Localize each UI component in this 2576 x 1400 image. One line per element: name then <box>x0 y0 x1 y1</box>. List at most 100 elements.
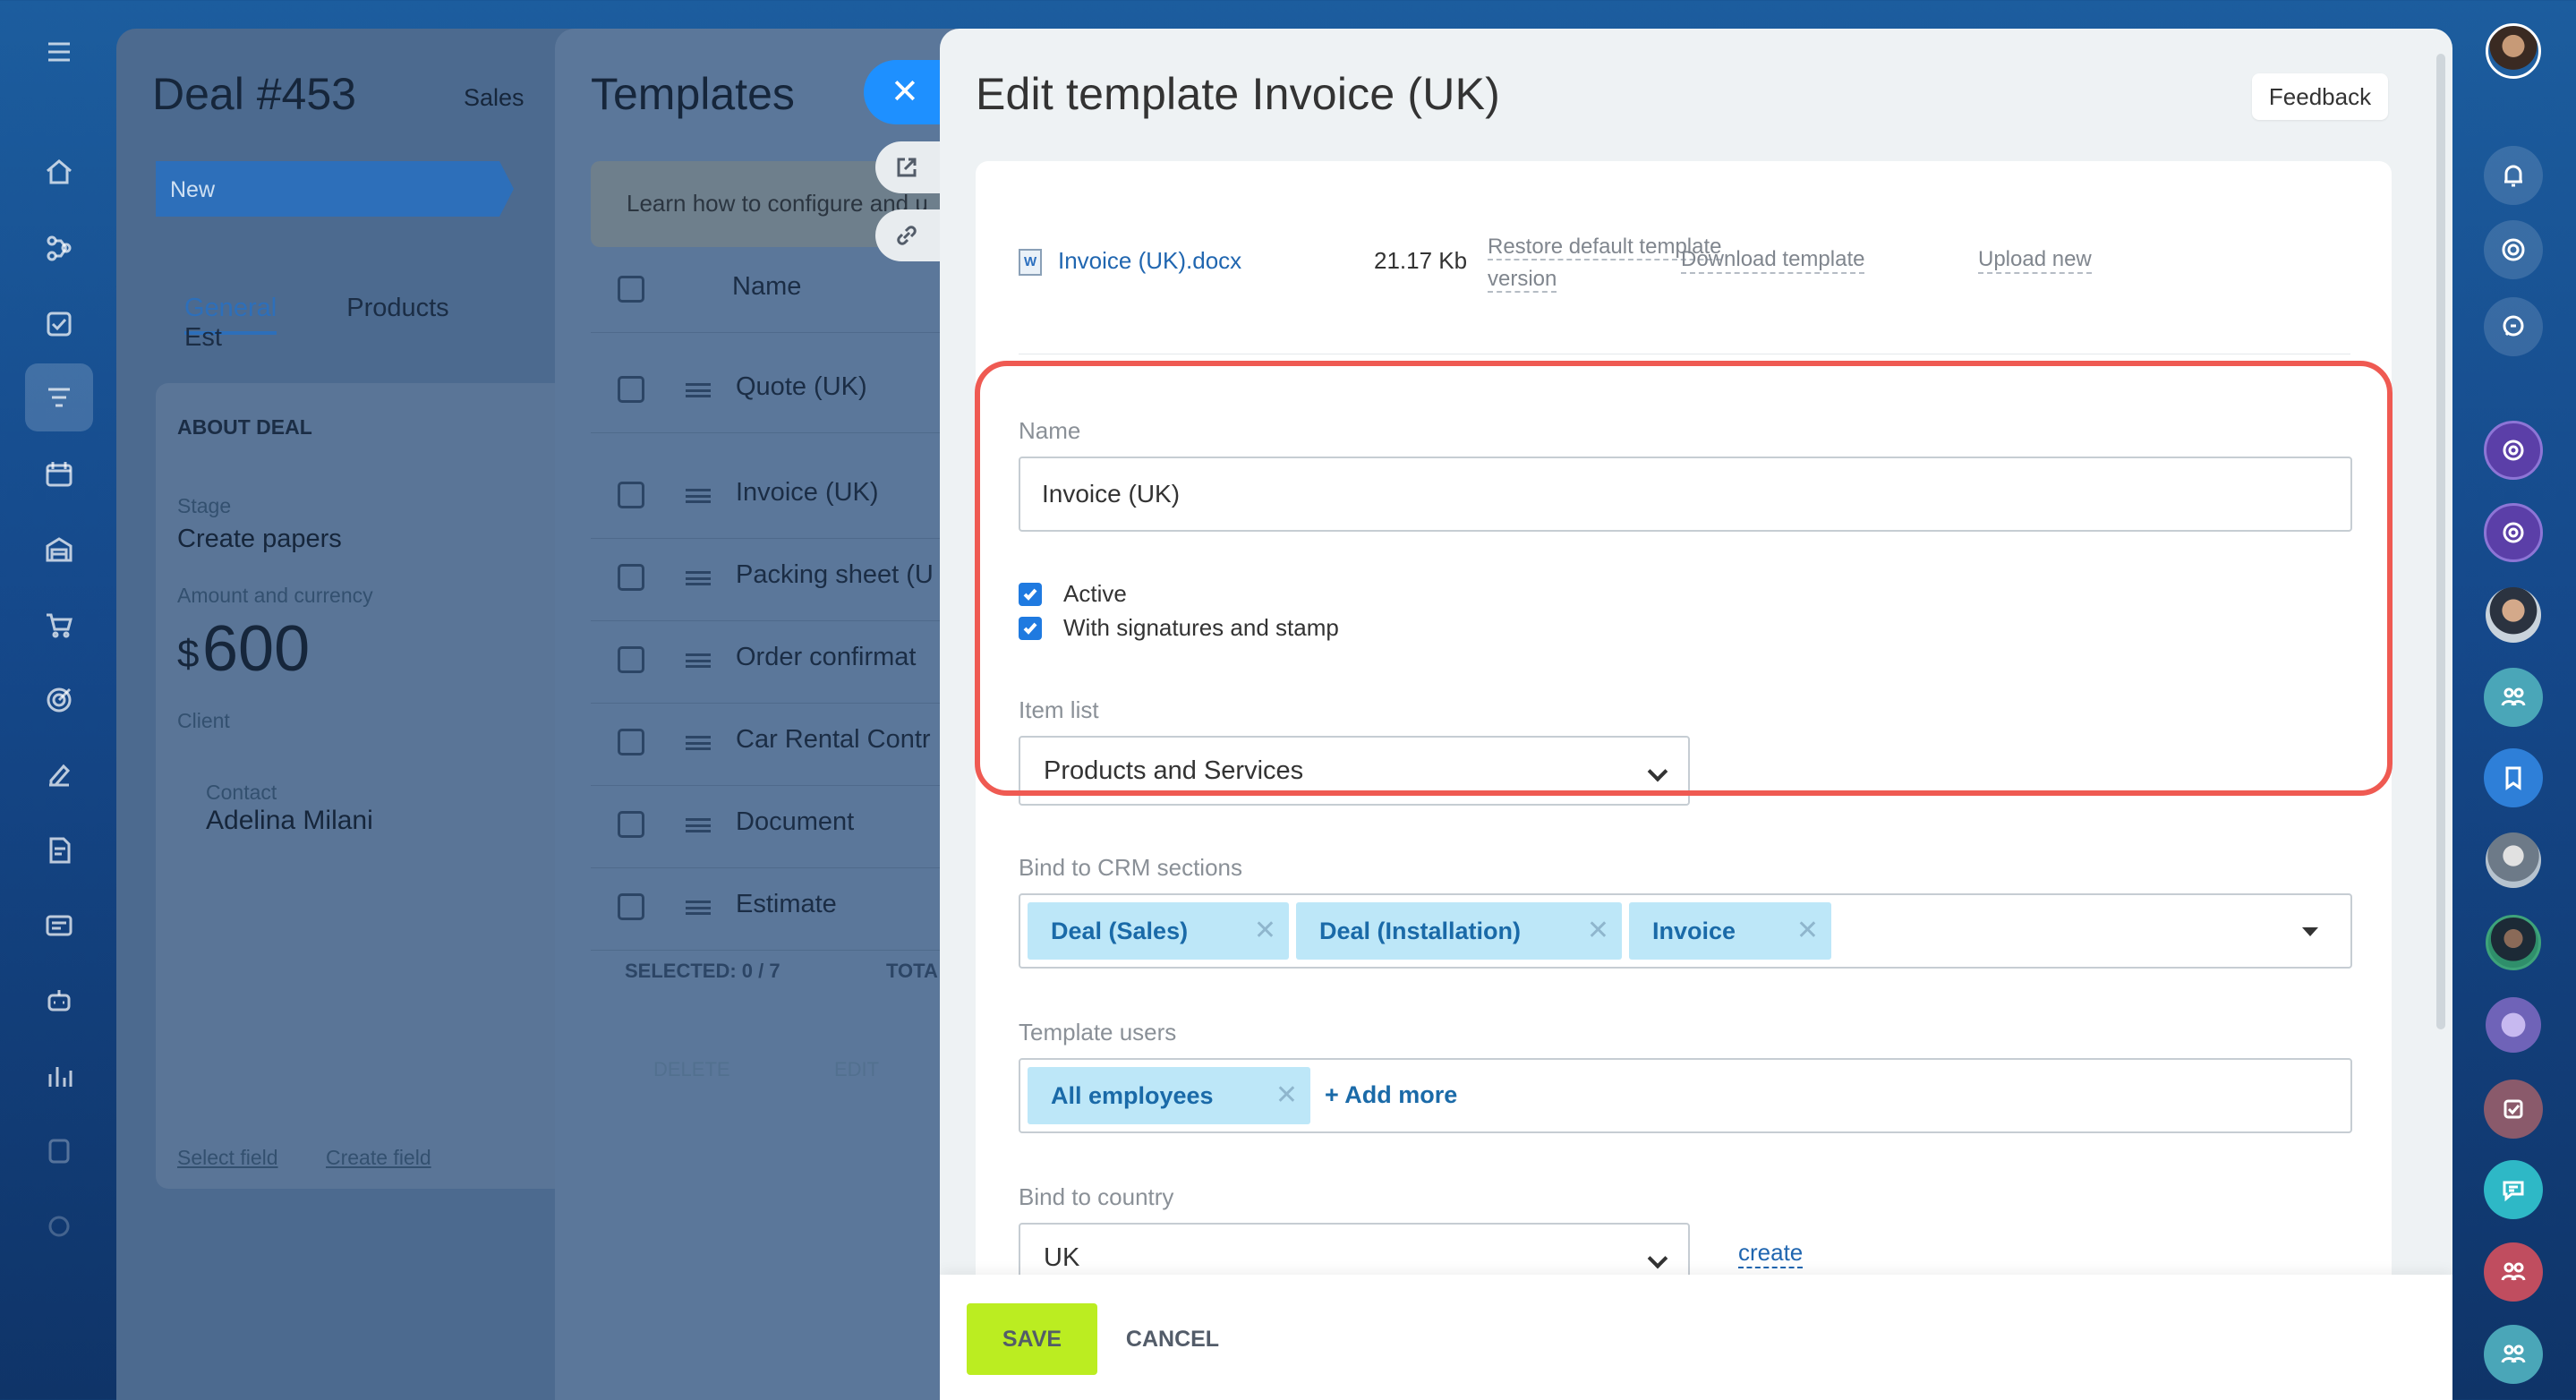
row-checkbox[interactable] <box>618 893 644 920</box>
chat-avatar-flower[interactable] <box>2486 997 2541 1053</box>
user-avatar[interactable] <box>2486 23 2541 79</box>
create-field-link[interactable]: Create field <box>326 1146 431 1170</box>
row-menu-icon[interactable] <box>686 818 711 832</box>
cart-icon[interactable] <box>39 605 79 645</box>
chat-avatar-group[interactable] <box>2486 915 2541 970</box>
contact-center-icon[interactable] <box>39 906 79 945</box>
crm-icon[interactable] <box>25 363 93 431</box>
chat-copilot-1[interactable] <box>2484 421 2543 480</box>
row-menu-icon[interactable] <box>686 653 711 668</box>
row-name[interactable]: Document <box>736 807 854 837</box>
panel-scrollbar[interactable] <box>2436 54 2445 1029</box>
contact-value[interactable]: Adelina Milani <box>206 806 373 836</box>
chat-group-2[interactable] <box>2484 1242 2543 1302</box>
tab-estimates[interactable]: Est <box>184 323 222 352</box>
select-all-checkbox[interactable] <box>618 276 644 303</box>
robot-icon[interactable] <box>39 981 79 1020</box>
settings-icon[interactable] <box>39 1207 79 1246</box>
chip-deal-installation[interactable]: Deal (Installation) ✕ <box>1296 902 1622 960</box>
row-menu-icon[interactable] <box>686 736 711 750</box>
tab-products[interactable]: Products <box>346 294 448 322</box>
bookmark-chat[interactable] <box>2484 748 2543 807</box>
row-checkbox[interactable] <box>618 811 644 838</box>
chat-group-1[interactable] <box>2484 668 2543 727</box>
chat-search-icon <box>2503 315 2524 337</box>
tasks-icon[interactable] <box>39 304 79 344</box>
sign-icon[interactable] <box>39 755 79 795</box>
chat-avatar-person[interactable] <box>2486 587 2541 643</box>
download-template-link[interactable]: Download template <box>1681 247 1865 274</box>
row-checkbox[interactable] <box>618 646 644 673</box>
users-icon <box>2501 1345 2526 1363</box>
upload-new-link[interactable]: Upload new <box>1978 247 2092 274</box>
search-chats-button[interactable] <box>2484 297 2543 356</box>
stage-value: Create papers <box>177 525 342 553</box>
workflow-icon[interactable] <box>39 228 79 268</box>
row-checkbox[interactable] <box>618 729 644 755</box>
stage-button[interactable]: New <box>156 161 514 217</box>
row-checkbox[interactable] <box>618 376 644 403</box>
save-button[interactable]: SAVE <box>967 1303 1097 1375</box>
edit-button[interactable]: EDIT <box>834 1058 879 1081</box>
home-icon[interactable] <box>39 152 79 192</box>
word-file-icon <box>1019 249 1042 276</box>
open-channel-chat[interactable] <box>2484 1160 2543 1219</box>
calendar-icon[interactable] <box>39 455 79 494</box>
chip-label: Invoice <box>1652 918 1736 944</box>
templates-title: Templates <box>591 69 795 119</box>
deal-pipeline[interactable]: Sales <box>464 84 525 112</box>
notifications-button[interactable] <box>2484 146 2543 205</box>
selected-count: SELECTED: 0 / 7 <box>625 960 780 982</box>
country-value: UK <box>1044 1243 1080 1272</box>
market-icon[interactable] <box>39 1131 79 1171</box>
link-icon <box>897 226 917 245</box>
users-icon <box>2501 687 2526 706</box>
bookmark-icon <box>2505 766 2521 790</box>
row-name[interactable]: Order confirmat <box>736 643 916 672</box>
delete-button[interactable]: DELETE <box>653 1058 730 1081</box>
create-country-link[interactable]: create <box>1738 1239 1804 1268</box>
right-rail <box>2452 0 2576 1400</box>
row-name[interactable]: Packing sheet (U <box>736 560 934 590</box>
row-name[interactable]: Quote (UK) <box>736 372 867 402</box>
template-users-field[interactable]: All employees ✕ + Add more <box>1019 1058 2352 1133</box>
select-field-link[interactable]: Select field <box>177 1146 278 1170</box>
tasks-chat[interactable] <box>2484 1080 2543 1139</box>
menu-icon[interactable] <box>39 32 79 72</box>
dropdown-arrow-icon[interactable] <box>2302 927 2318 936</box>
copilot-button[interactable] <box>2484 220 2543 279</box>
row-menu-icon[interactable] <box>686 383 711 397</box>
remove-chip-icon[interactable]: ✕ <box>1254 902 1276 960</box>
chat-group-3[interactable] <box>2484 1325 2543 1384</box>
chat-avatar-elder[interactable] <box>2486 832 2541 888</box>
remove-chip-icon[interactable]: ✕ <box>1587 902 1609 960</box>
add-more-users-button[interactable]: + Add more <box>1325 1081 1457 1109</box>
chip-deal-sales[interactable]: Deal (Sales) ✕ <box>1028 902 1289 960</box>
row-menu-icon[interactable] <box>686 489 711 503</box>
document-icon[interactable] <box>39 831 79 870</box>
file-name-link[interactable]: Invoice (UK).docx <box>1058 247 1241 275</box>
column-name[interactable]: Name <box>732 272 801 302</box>
cancel-button[interactable]: CANCEL <box>1119 1303 1226 1375</box>
row-name[interactable]: Estimate <box>736 890 837 919</box>
file-size: 21.17 Kb <box>1374 247 1468 274</box>
crm-sections-field[interactable]: Deal (Sales) ✕ Deal (Installation) ✕ Invoi… <box>1019 893 2352 969</box>
analytics-icon[interactable] <box>39 1056 79 1096</box>
open-in-new-window-button[interactable] <box>875 141 942 193</box>
row-name[interactable]: Invoice (UK) <box>736 478 879 508</box>
copy-link-button[interactable] <box>875 209 942 261</box>
row-name[interactable]: Car Rental Contr <box>736 725 931 755</box>
warehouse-icon[interactable] <box>39 530 79 569</box>
row-menu-icon[interactable] <box>686 571 711 585</box>
feedback-button[interactable]: Feedback <box>2252 73 2388 120</box>
row-checkbox[interactable] <box>618 564 644 591</box>
target-icon[interactable] <box>39 680 79 720</box>
remove-chip-icon[interactable]: ✕ <box>1275 1067 1298 1124</box>
chip-all-employees[interactable]: All employees ✕ <box>1028 1067 1310 1124</box>
amount-currency: $ <box>177 632 200 676</box>
remove-chip-icon[interactable]: ✕ <box>1796 902 1819 960</box>
row-checkbox[interactable] <box>618 482 644 508</box>
chat-copilot-2[interactable] <box>2484 503 2543 562</box>
row-menu-icon[interactable] <box>686 901 711 915</box>
chip-invoice[interactable]: Invoice ✕ <box>1629 902 1831 960</box>
